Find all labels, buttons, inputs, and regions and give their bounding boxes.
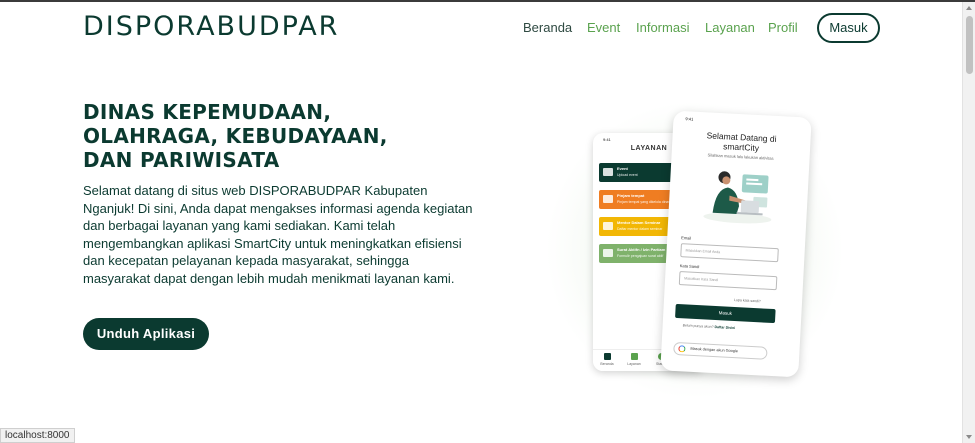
register-prompt: Belum punya akun? Daftar Disini — [683, 323, 736, 330]
presentation-icon — [603, 222, 613, 230]
phone-status-time: 9:41 — [685, 116, 694, 122]
google-login-label: Masuk dengan akun Google — [690, 346, 738, 354]
scroll-down-arrow-icon[interactable] — [966, 435, 972, 439]
building-icon — [603, 195, 613, 203]
phone-status-time: 9:41 — [603, 137, 611, 142]
login-button[interactable]: Masuk — [817, 13, 880, 43]
nav-profil[interactable]: Profil — [768, 20, 798, 35]
calendar-icon — [603, 168, 613, 176]
nav-layanan[interactable]: Layanan — [705, 20, 755, 35]
bottom-nav-label: Beranda — [600, 362, 614, 366]
nav-beranda[interactable]: Beranda — [523, 20, 572, 35]
nav-event[interactable]: Event — [587, 20, 620, 35]
scroll-up-arrow-icon[interactable] — [966, 6, 972, 10]
window-top-border — [0, 0, 975, 2]
hero-title-line-2: OLAHRAGA, KEBUDAYAAN, — [83, 124, 388, 148]
hero-title-line-3: DAN PARIWISATA — [83, 148, 280, 172]
site-logo[interactable]: DISPORABUDPAR — [83, 11, 339, 42]
card-subtitle: Daftar mentor dalam seminar — [617, 227, 663, 231]
hero-title-line-1: DINAS KEPEMUDAAN, — [83, 100, 332, 124]
nav-informasi[interactable]: Informasi — [636, 20, 689, 35]
card-title: Pinjam tempat — [617, 193, 645, 198]
hero-title: DINAS KEPEMUDAAN, OLAHRAGA, KEBUDAYAAN, … — [83, 100, 388, 172]
register-prompt-text: Belum punya akun? — [682, 323, 714, 329]
email-field: Masukkan Email Anda — [680, 243, 779, 263]
card-subtitle: Formulir pengajuan surat aktif — [617, 254, 664, 258]
card-subtitle: Pinjam tempat yang dikelola dinas — [617, 200, 671, 204]
download-app-button[interactable]: Unduh Aplikasi — [83, 318, 209, 350]
vertical-scrollbar[interactable] — [962, 2, 975, 443]
google-icon — [678, 345, 686, 353]
home-icon — [603, 353, 611, 360]
password-field: Masukkan Kata Sandi — [678, 271, 778, 291]
hero-description: Selamat datang di situs web DISPORABUDPA… — [83, 183, 473, 286]
bottom-nav-label: Layanan — [627, 362, 641, 366]
phone-login-button: Masuk — [675, 303, 776, 324]
card-title: Mentor Dalam Seminar — [617, 220, 661, 225]
scrollbar-thumb[interactable] — [966, 16, 973, 74]
card-subtitle: Upload event — [617, 173, 638, 177]
card-title: Event — [617, 166, 628, 171]
file-icon — [630, 353, 638, 360]
google-login-button: Masuk dengan akun Google — [673, 341, 768, 360]
register-link: Daftar Disini — [714, 324, 736, 331]
bottom-nav-layanan: Layanan — [622, 353, 646, 366]
bottom-nav-beranda: Beranda — [595, 353, 619, 366]
password-label: Kata Sandi — [679, 263, 700, 270]
status-url-tooltip: localhost:8000 — [0, 428, 75, 443]
forgot-password-link: Lupa kata sandi? — [733, 297, 761, 304]
person-laptop-illustration — [703, 171, 772, 224]
phone-mockup-login: 9:41 Selamat Datang di smartCity Silahka… — [660, 110, 812, 378]
document-icon — [603, 249, 613, 257]
card-title: Surat Aktifn / Izin Partiam — [617, 247, 666, 252]
email-label: Email — [681, 235, 692, 241]
